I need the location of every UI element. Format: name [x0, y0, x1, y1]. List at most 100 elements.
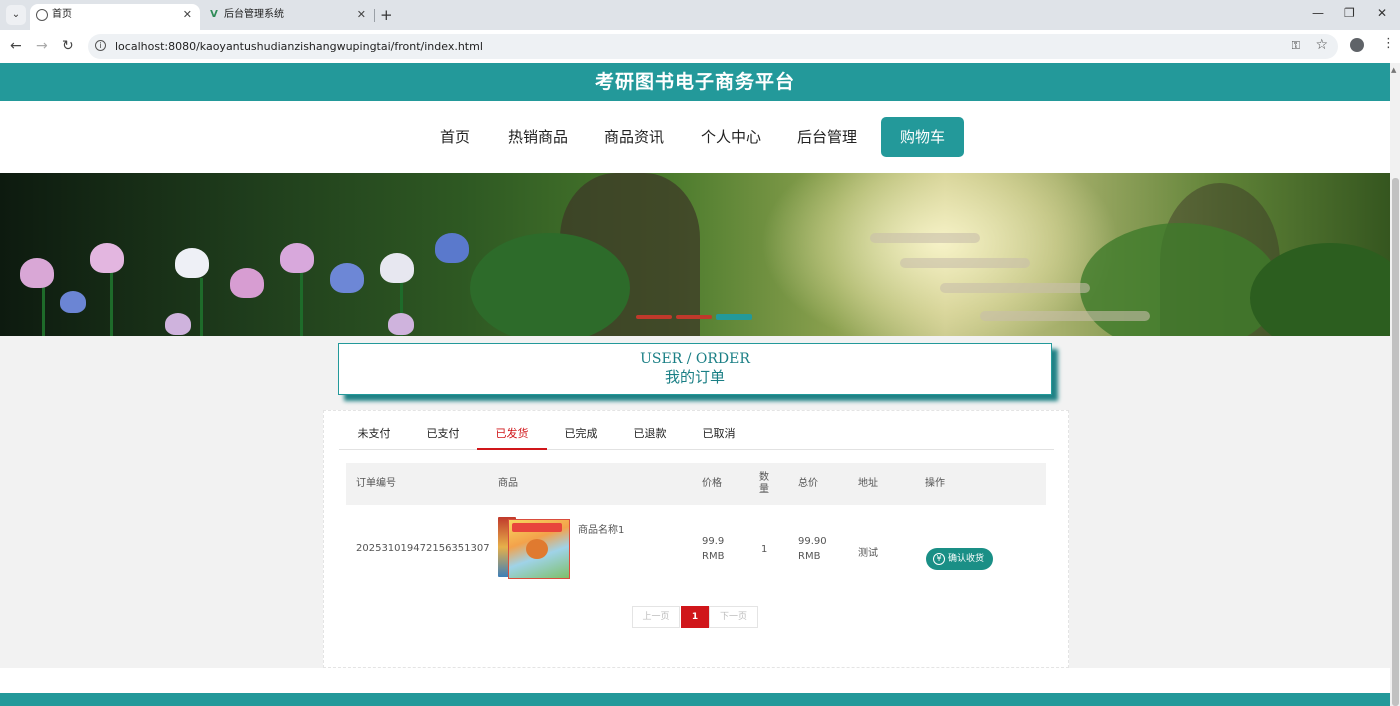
- prev-page-button[interactable]: 上一页: [632, 606, 680, 628]
- header-action: 操作: [925, 478, 945, 489]
- restore-button[interactable]: ❐: [1344, 6, 1355, 20]
- browser-tab-admin[interactable]: V 后台管理系统 ✕: [202, 4, 374, 30]
- site-title: 考研图书电子商务平台: [594, 71, 795, 93]
- tab-title: 首页: [52, 9, 72, 20]
- orders-table-header: 订单编号 商品 价格 数量 总价 地址 操作: [346, 463, 1046, 505]
- flower: [165, 313, 191, 335]
- nav-item-news[interactable]: 商品资讯: [604, 117, 664, 157]
- reload-button[interactable]: ↻: [62, 37, 74, 55]
- address-bar: ← → ↻ i localhost:8080/kaoyantushudianzi…: [0, 30, 1400, 63]
- tab-search-button[interactable]: ⌄: [6, 5, 26, 25]
- page-bottom-band: [0, 668, 1390, 693]
- header-address: 地址: [858, 478, 878, 489]
- flower: [20, 258, 54, 288]
- forward-button[interactable]: →: [36, 37, 48, 55]
- carousel-dot-active[interactable]: [716, 314, 752, 320]
- flower-stem: [300, 273, 303, 336]
- header-qty: 数量: [759, 472, 769, 495]
- flower: [280, 243, 314, 273]
- page-viewport: 考研图书电子商务平台 首页 热销商品 商品资讯 个人中心 后台管理 购物车 US…: [0, 63, 1390, 706]
- nav-item-personal-center[interactable]: 个人中心: [701, 117, 761, 157]
- price-unit: RMB: [702, 551, 725, 562]
- tab-refunded[interactable]: 已退款: [615, 421, 685, 450]
- tab-cancelled[interactable]: 已取消: [684, 421, 754, 450]
- nav-item-hot-products[interactable]: 热销商品: [508, 117, 568, 157]
- banner-stone-step: [980, 311, 1150, 321]
- header-order-no: 订单编号: [356, 478, 396, 489]
- header-product: 商品: [498, 478, 518, 489]
- close-tab-icon[interactable]: ✕: [183, 4, 192, 26]
- banner-carousel[interactable]: [0, 173, 1390, 336]
- tab-title: 后台管理系统: [224, 9, 284, 20]
- close-tab-icon[interactable]: ✕: [357, 4, 366, 26]
- page-scrollbar[interactable]: ▲: [1390, 63, 1400, 706]
- banner-stone-step: [870, 233, 980, 243]
- next-page-button[interactable]: 下一页: [709, 606, 758, 628]
- header-total: 总价: [798, 478, 818, 489]
- section-title-box: USER / ORDER 我的订单: [338, 343, 1052, 395]
- nav-item-home[interactable]: 首页: [440, 117, 470, 157]
- price-value: 99.9: [702, 536, 725, 547]
- section-title-en: USER / ORDER: [640, 351, 750, 367]
- flower: [435, 233, 469, 263]
- tab-paid[interactable]: 已支付: [408, 421, 478, 450]
- orders-panel: 未支付 已支付 已发货 已完成 已退款 已取消 订单编号 商品 价格 数量 总价…: [323, 410, 1069, 668]
- flower: [175, 248, 209, 278]
- page-1-button[interactable]: 1: [681, 606, 709, 628]
- url-input[interactable]: i localhost:8080/kaoyantushudianzishangw…: [88, 34, 1338, 59]
- confirm-receipt-label: 确认收货: [948, 554, 985, 564]
- table-row: 202531019472156351307 商品名称1 99.9 RMB 1 9…: [346, 511, 1046, 589]
- site-info-icon[interactable]: i: [95, 40, 106, 51]
- yen-icon: ¥: [933, 553, 945, 565]
- section-title-cn: 我的订单: [664, 368, 725, 386]
- window-close-button[interactable]: ✕: [1377, 6, 1387, 20]
- nav-item-cart[interactable]: 购物车: [881, 117, 964, 157]
- flower: [230, 268, 264, 298]
- flower-stem: [42, 283, 45, 336]
- banner-foliage: [470, 233, 630, 336]
- book-title-strip: [512, 523, 562, 532]
- password-key-icon[interactable]: ⚿: [1292, 39, 1300, 53]
- scroll-up-icon[interactable]: ▲: [1391, 66, 1396, 74]
- browser-menu-icon[interactable]: ⋮: [1382, 36, 1395, 51]
- product-image[interactable]: [498, 517, 570, 579]
- flower: [380, 253, 414, 283]
- site-header: 考研图书电子商务平台: [0, 63, 1390, 101]
- banner-stone-step: [900, 258, 1030, 268]
- flower-stem: [200, 278, 203, 336]
- book-illustration: [526, 539, 548, 559]
- order-status-tabs: 未支付 已支付 已发货 已完成 已退款 已取消: [339, 421, 1054, 450]
- quantity-value: 1: [761, 544, 768, 555]
- back-button[interactable]: ←: [10, 37, 22, 55]
- flower: [330, 263, 364, 293]
- total-value: 99.90: [798, 536, 827, 547]
- new-tab-button[interactable]: +: [380, 4, 393, 26]
- nav-item-admin[interactable]: 后台管理: [797, 117, 857, 157]
- carousel-dot[interactable]: [676, 315, 712, 319]
- tab-completed[interactable]: 已完成: [546, 421, 616, 450]
- browser-tab-bar: ⌄ 首页 ✕ V 后台管理系统 ✕ + — ❐ ✕: [0, 0, 1400, 30]
- tab-unpaid[interactable]: 未支付: [339, 421, 409, 450]
- profile-icon[interactable]: [1350, 38, 1364, 52]
- url-text[interactable]: localhost:8080/kaoyantushudianzishangwup…: [115, 34, 483, 59]
- tab-shipped[interactable]: 已发货: [477, 421, 547, 450]
- main-nav: 首页 热销商品 商品资讯 个人中心 后台管理 购物车: [0, 101, 1390, 173]
- flower: [388, 313, 414, 335]
- minimize-button[interactable]: —: [1312, 6, 1324, 20]
- confirm-receipt-button[interactable]: ¥ 确认收货: [926, 548, 993, 570]
- address-value: 测试: [858, 548, 878, 559]
- flower: [90, 243, 124, 273]
- browser-tab-home[interactable]: 首页 ✕: [30, 4, 200, 30]
- carousel-dot[interactable]: [636, 315, 672, 319]
- bookmark-star-icon[interactable]: ☆: [1315, 37, 1328, 53]
- scrollbar-thumb[interactable]: [1392, 178, 1399, 706]
- globe-icon: [36, 9, 48, 21]
- order-number: 202531019472156351307: [356, 543, 490, 554]
- flower-stem: [110, 268, 113, 336]
- product-name[interactable]: 商品名称1: [578, 521, 624, 536]
- header-price: 价格: [702, 478, 722, 489]
- tab-separator: [374, 9, 375, 22]
- site-footer: [0, 693, 1390, 706]
- vue-logo-icon: V: [210, 9, 218, 20]
- flower: [60, 291, 86, 313]
